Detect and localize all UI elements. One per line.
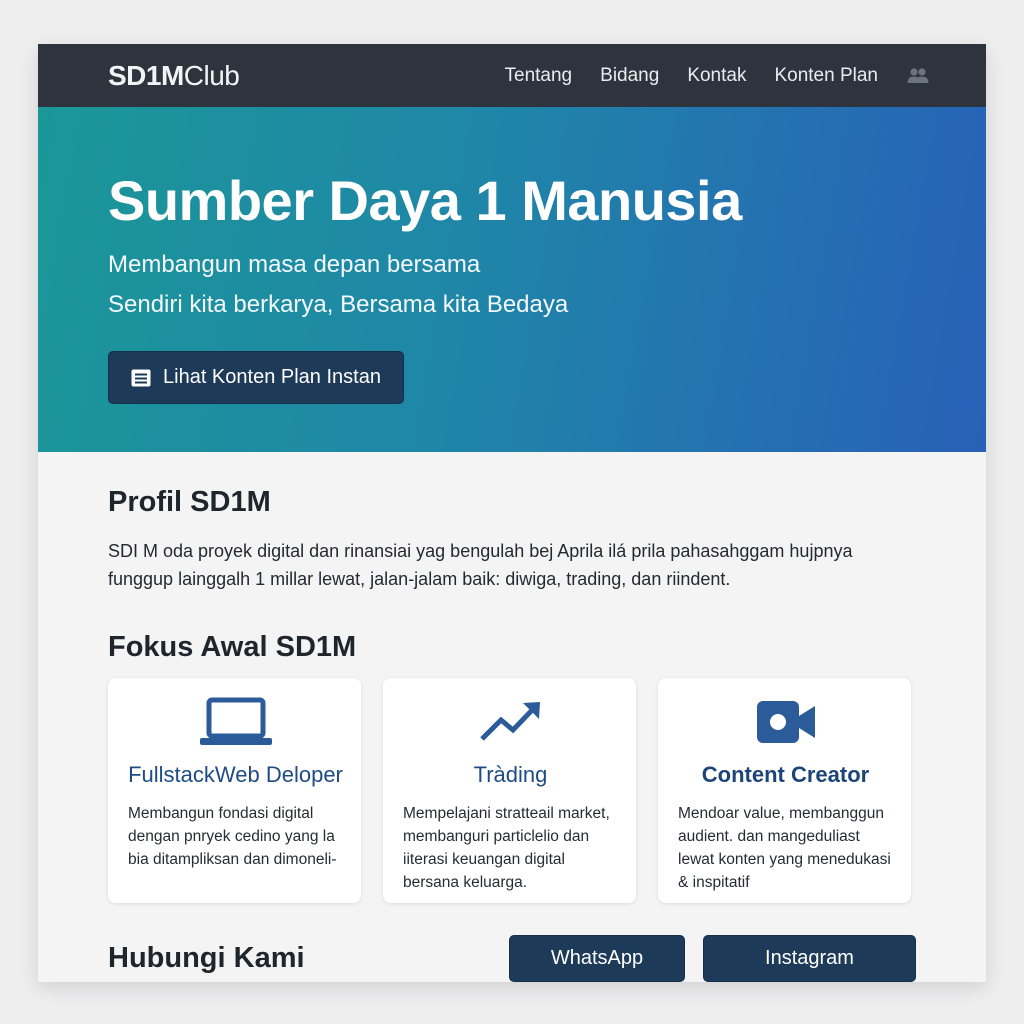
content-plan-button[interactable]: Lihat Konten Plan Instan — [108, 351, 404, 404]
hero-tagline: Sendiri kita berkarya, Bersama kita Beda… — [108, 291, 569, 318]
card-fullstack: FullstackWeb Deloper Membangun fondasi d… — [108, 678, 361, 903]
brand-light: Club — [183, 59, 240, 91]
nav-link-kontak[interactable]: Kontak — [687, 65, 746, 87]
main-content: Profil SD1M SDI M oda proyek digital dan… — [38, 452, 986, 982]
card-description: Mempelajani stratteail market, membangur… — [403, 805, 610, 891]
nav-link-bidang[interactable]: Bidang — [600, 65, 659, 87]
card-title: FullstackWeb Deloper — [128, 762, 343, 787]
profile-title: Profil SD1M — [108, 486, 271, 518]
card-content-creator: Content Creator Mendoar value, membanggu… — [658, 678, 911, 903]
card-description: Mendoar value, membanggun audient. dan m… — [678, 805, 891, 891]
contact-title: Hubungi Kami — [108, 942, 305, 974]
nav-link-tentang[interactable]: Tentang — [505, 65, 573, 87]
trending-up-icon — [403, 694, 618, 750]
users-icon[interactable] — [906, 67, 930, 85]
nav-link-konten-plan[interactable]: Konten Plan — [774, 65, 878, 87]
hero-title: Sumber Daya 1 Manusia — [108, 169, 742, 232]
contact-section: Hubungi Kami WhatsApp Instagram — [108, 935, 916, 982]
hero-subtitle: Membangun masa depan bersama — [108, 251, 481, 278]
laptop-icon — [128, 694, 343, 750]
navbar: SD1MClub Tentang Bidang Kontak Konten Pl… — [38, 44, 986, 107]
content-plan-button-label: Lihat Konten Plan Instan — [163, 366, 381, 388]
brand-bold: SD1M — [108, 59, 184, 91]
card-title: Tràding — [473, 762, 548, 787]
nav-links: Tentang Bidang Kontak Konten Plan — [505, 65, 930, 87]
focus-title: Fokus Awal SD1M — [108, 631, 357, 663]
whatsapp-button[interactable]: WhatsApp — [509, 935, 685, 982]
contact-buttons: WhatsApp Instagram — [509, 935, 916, 982]
instagram-button[interactable]: Instagram — [703, 935, 916, 982]
hero-section: Sumber Daya 1 Manusia Membangun masa dep… — [38, 107, 986, 452]
card-trading: Tràding Mempelajani stratteail market, m… — [383, 678, 636, 903]
focus-cards: FullstackWeb Deloper Membangun fondasi d… — [108, 678, 916, 903]
brand-logo[interactable]: SD1MClub — [108, 59, 240, 92]
page: SD1MClub Tentang Bidang Kontak Konten Pl… — [38, 44, 986, 982]
card-description: Membangun fondasi digital dengan pnryek … — [128, 805, 337, 868]
document-icon — [131, 369, 151, 386]
profile-text: SDI M oda proyek digital dan rinansiai y… — [108, 541, 853, 589]
video-camera-icon — [678, 694, 893, 750]
card-title: Content Creator — [701, 762, 870, 787]
